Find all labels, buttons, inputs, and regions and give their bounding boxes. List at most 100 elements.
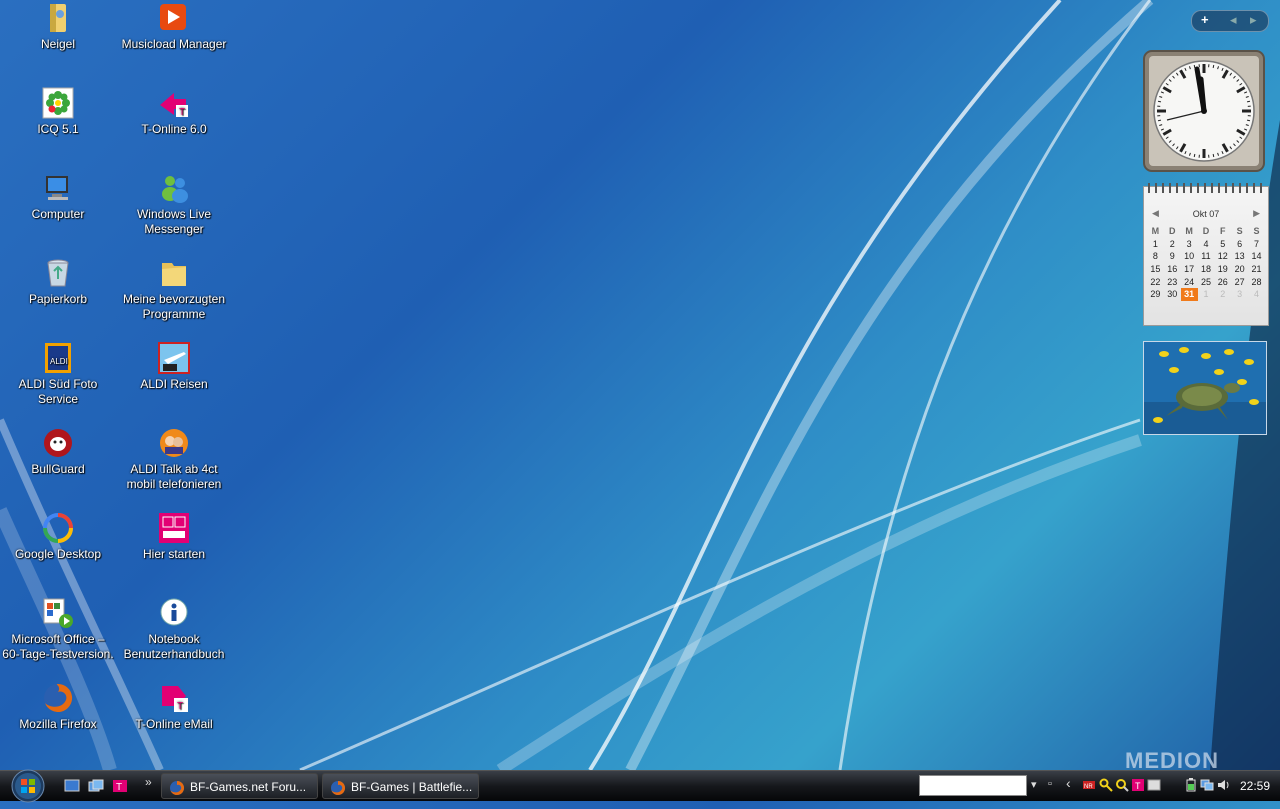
calendar-day[interactable]: 2: [1164, 238, 1181, 251]
calendar-day[interactable]: 16: [1164, 263, 1181, 276]
calendar-day[interactable]: 10: [1181, 250, 1198, 263]
quicklaunch-more-button[interactable]: »: [145, 775, 152, 789]
calendar-day[interactable]: 23: [1164, 275, 1181, 288]
tray-search-icon[interactable]: [1115, 778, 1129, 792]
calendar-day[interactable]: 26: [1214, 275, 1231, 288]
desktop-icon-notebook-manual[interactable]: Notebook Benutzerhandbuch: [118, 597, 230, 662]
desktop-icon-firefox[interactable]: Mozilla Firefox: [2, 682, 114, 732]
tray-collapse-button[interactable]: ‹: [1066, 775, 1071, 791]
recycle-bin-icon: [42, 257, 74, 289]
desktop-icon-favorite-programs[interactable]: Meine bevorzugten Programme: [118, 257, 230, 322]
taskbar-button-bf-games-forum[interactable]: BF-Games.net Foru...: [161, 773, 318, 799]
quicklaunch-t-online-icon[interactable]: T: [112, 779, 128, 793]
sidebar-add-gadget-button[interactable]: +: [1201, 12, 1209, 27]
desktop-icon-hier-starten[interactable]: Hier starten: [118, 512, 230, 562]
start-button[interactable]: [8, 768, 48, 804]
calendar-day[interactable]: 15: [1147, 263, 1164, 276]
calendar-day[interactable]: 14: [1248, 250, 1265, 263]
calendar-day-next-month[interactable]: 1: [1198, 288, 1215, 301]
desktop-icon-recycle-bin[interactable]: Papierkorb: [2, 257, 114, 307]
calendar-day[interactable]: 24: [1181, 275, 1198, 288]
calendar-day[interactable]: 13: [1231, 250, 1248, 263]
calendar-day[interactable]: 18: [1198, 263, 1215, 276]
desktop-icon-computer[interactable]: Computer: [2, 172, 114, 222]
tray-key-icon[interactable]: [1099, 778, 1113, 792]
calendar-day[interactable]: 19: [1214, 263, 1231, 276]
windows-logo-icon: [8, 768, 48, 804]
desktop-icon-google-desktop[interactable]: Google Desktop: [2, 512, 114, 562]
tray-antivirus-icon[interactable]: NR: [1082, 778, 1096, 792]
quicklaunch-show-desktop-icon[interactable]: [64, 779, 80, 793]
t-com-icon: [158, 512, 190, 544]
taskbar-address-input[interactable]: [919, 775, 1027, 796]
calendar-day[interactable]: 28: [1248, 275, 1265, 288]
desktop-toolbar-icon[interactable]: ▫: [1048, 778, 1052, 790]
calendar-next-month-button[interactable]: ▶: [1253, 208, 1260, 219]
calendar-day-today[interactable]: 31: [1181, 288, 1198, 301]
svg-text:ALDI: ALDI: [50, 357, 68, 366]
desktop-icon-musicload[interactable]: Musicload Manager: [118, 2, 230, 52]
clock-gadget[interactable]: [1143, 50, 1265, 172]
desktop-icon-t-online-email[interactable]: T T-Online eMail: [118, 682, 230, 732]
clock-tick: [1213, 154, 1214, 157]
clock-tick: [1158, 101, 1161, 102]
svg-text:T: T: [177, 701, 183, 712]
tray-battery-icon[interactable]: [1184, 778, 1198, 792]
calendar-day[interactable]: 11: [1198, 250, 1215, 263]
sidebar-prev-button[interactable]: ◂: [1230, 12, 1237, 28]
taskbar-clock[interactable]: 22:59: [1240, 779, 1270, 793]
tray-volume-icon[interactable]: [1216, 778, 1230, 792]
medion-brand-watermark: MEDION: [1125, 748, 1262, 770]
desktop-icon-messenger[interactable]: Windows Live Messenger: [118, 172, 230, 237]
clock-tick: [1213, 65, 1214, 68]
musicload-icon: [158, 2, 190, 34]
calendar-day[interactable]: 30: [1164, 288, 1181, 301]
calendar-day[interactable]: 8: [1147, 250, 1164, 263]
calendar-day[interactable]: 6: [1231, 238, 1248, 251]
desktop-icon-aldi-foto[interactable]: ALDI ALDI Süd Foto Service: [2, 342, 114, 407]
calendar-day[interactable]: 21: [1248, 263, 1265, 276]
tray-app-icon[interactable]: [1147, 778, 1161, 792]
calendar-day[interactable]: 20: [1231, 263, 1248, 276]
calendar-day[interactable]: 22: [1147, 275, 1164, 288]
clock-tick: [1247, 120, 1250, 121]
tray-network-icon[interactable]: [1200, 778, 1214, 792]
taskbar-button-bf-games-battlefield[interactable]: BF-Games | Battlefie...: [322, 773, 479, 799]
tray-t-online-icon[interactable]: T: [1131, 778, 1145, 792]
slideshow-gadget[interactable]: [1143, 341, 1267, 435]
calendar-weekday: S: [1231, 225, 1248, 238]
calendar-day-next-month[interactable]: 4: [1248, 288, 1265, 301]
desktop-icon-bullguard[interactable]: BullGuard: [2, 427, 114, 477]
calendar-day-next-month[interactable]: 2: [1214, 288, 1231, 301]
quicklaunch-switch-windows-icon[interactable]: [88, 779, 104, 793]
icq-flower-icon: [42, 87, 74, 119]
desktop-icon-aldi-reisen[interactable]: ALDI Reisen: [118, 342, 230, 392]
calendar-grid: M D M D F S S 1 2 3 4 5 6 7 8 9 10 11 12…: [1147, 225, 1265, 301]
calendar-day[interactable]: 4: [1198, 238, 1215, 251]
desktop-icon-icq[interactable]: ICQ 5.1: [2, 87, 114, 137]
calendar-day[interactable]: 1: [1147, 238, 1164, 251]
desktop-icon-aldi-talk[interactable]: ALDI Talk ab 4ct mobil telefonieren: [118, 427, 230, 492]
address-dropdown-icon[interactable]: ▾: [1031, 778, 1037, 791]
calendar-day[interactable]: 5: [1214, 238, 1231, 251]
clock-tick: [1247, 101, 1250, 102]
calendar-day[interactable]: 29: [1147, 288, 1164, 301]
calendar-day[interactable]: 17: [1181, 263, 1198, 276]
calendar-day-next-month[interactable]: 3: [1231, 288, 1248, 301]
calendar-day[interactable]: 7: [1248, 238, 1265, 251]
calendar-weekday: F: [1214, 225, 1231, 238]
calendar-gadget[interactable]: ◀ Okt 07 ▶ M D M D F S S 1 2 3 4 5 6 7 8…: [1143, 186, 1269, 326]
aldi-talk-icon: [158, 427, 190, 459]
sidebar-next-button[interactable]: ▸: [1250, 12, 1257, 28]
sea-turtle-photo: [1144, 342, 1266, 434]
calendar-day[interactable]: 9: [1164, 250, 1181, 263]
calendar-day[interactable]: 3: [1181, 238, 1198, 251]
desktop-icon-office-trial[interactable]: Microsoft Office – 60-Tage-Testversion.: [2, 597, 114, 662]
desktop-icon-t-online[interactable]: T T-Online 6.0: [118, 87, 230, 137]
calendar-day[interactable]: 12: [1214, 250, 1231, 263]
aldi-travel-icon: [158, 342, 190, 374]
desktop-icon-neigel[interactable]: Neigel: [2, 2, 114, 52]
calendar-day[interactable]: 27: [1231, 275, 1248, 288]
calendar-day[interactable]: 25: [1198, 275, 1215, 288]
calendar-weekday: M: [1181, 225, 1198, 238]
